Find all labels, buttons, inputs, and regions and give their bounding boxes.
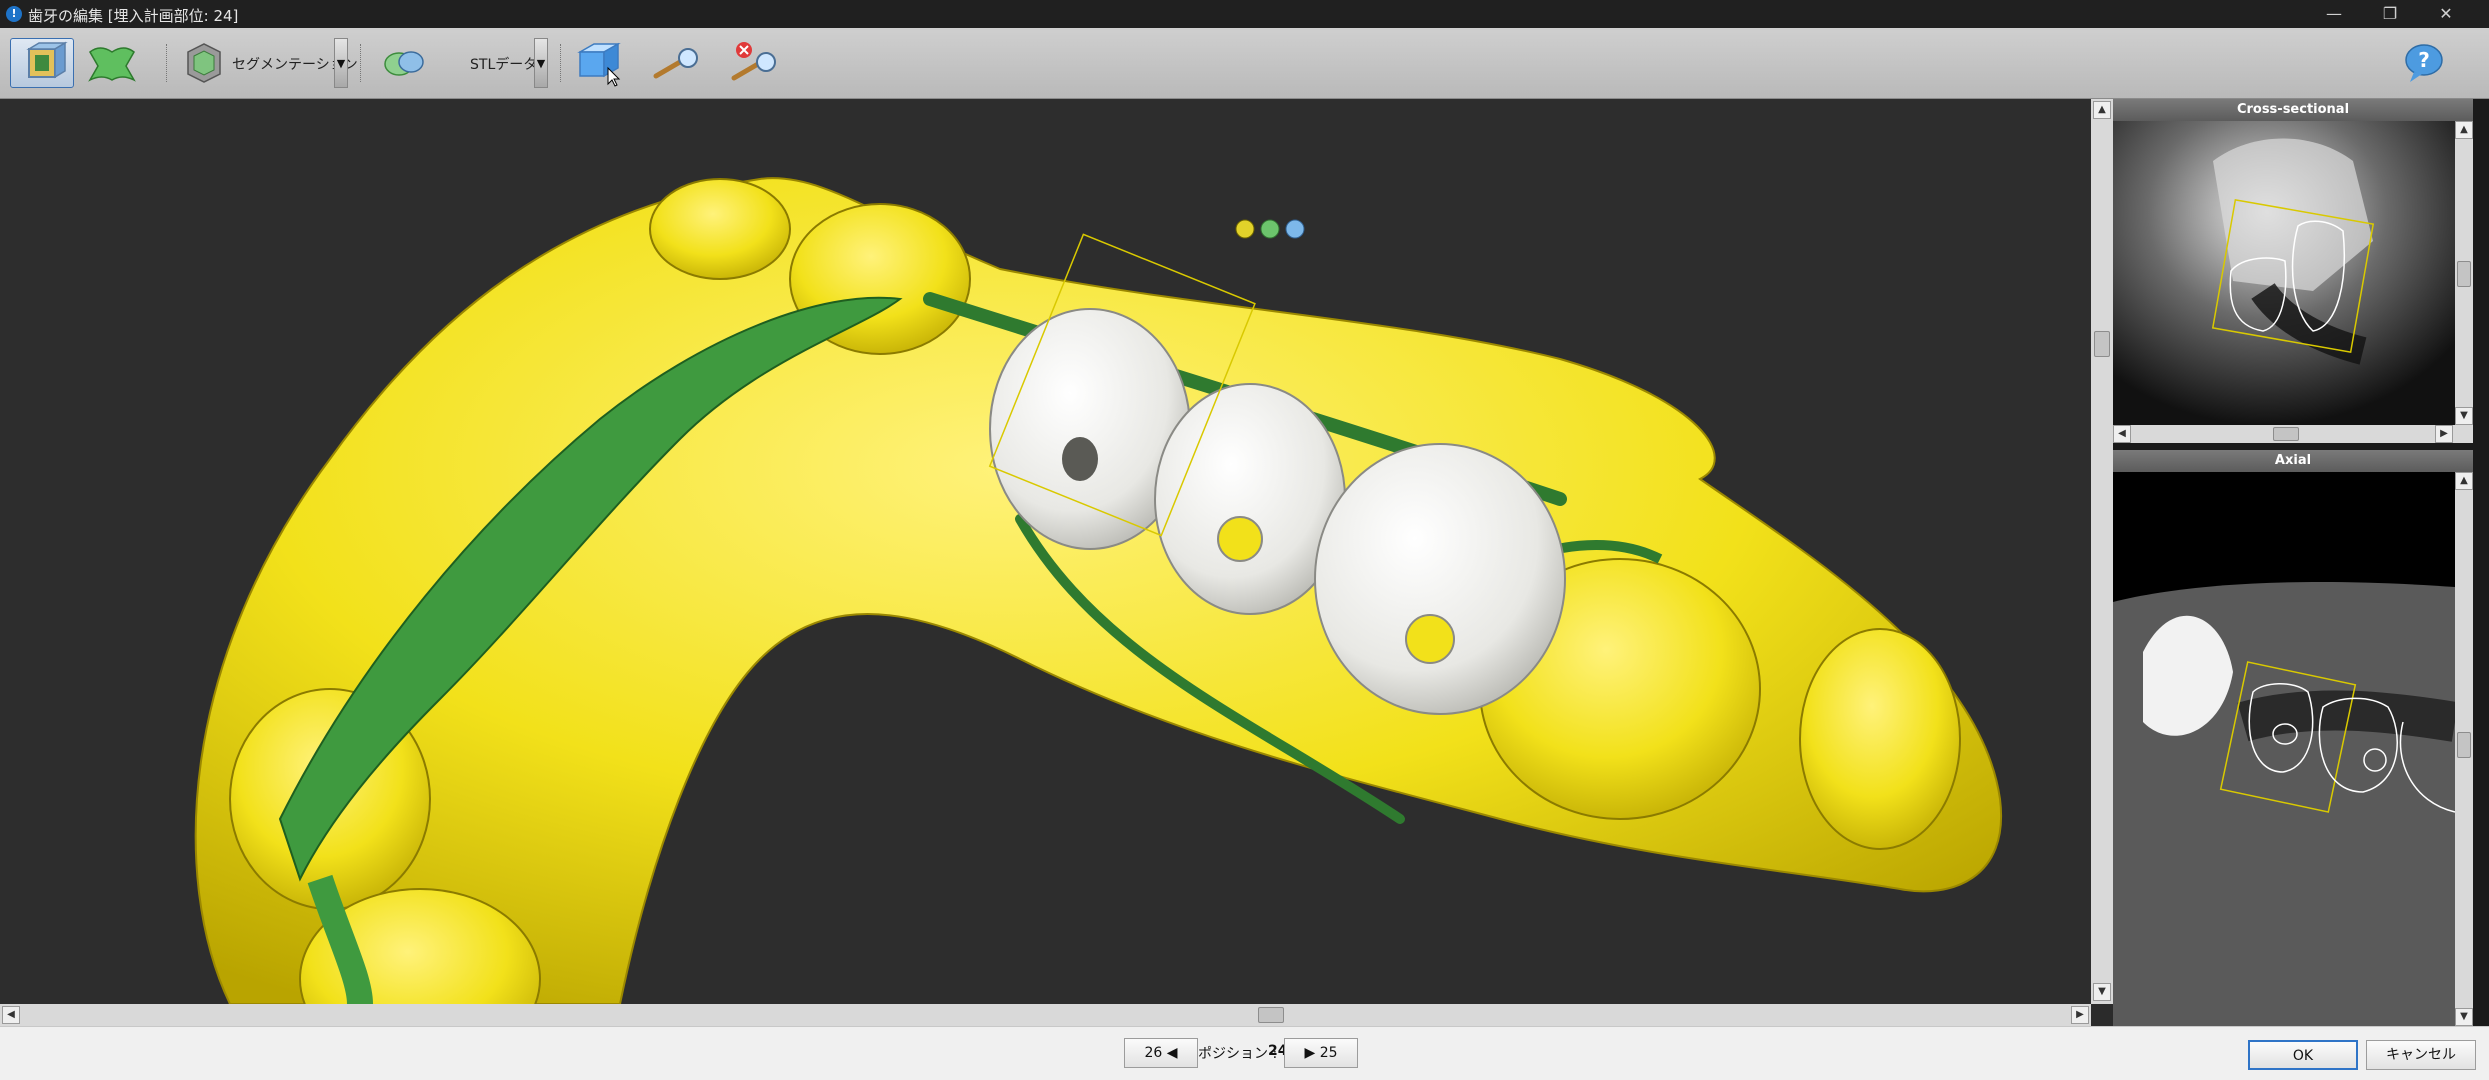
app-icon: !: [6, 6, 22, 22]
blue-cube-cursor-icon: [577, 42, 621, 87]
blob-view-button[interactable]: [375, 38, 435, 88]
remove-inspect-button[interactable]: [726, 38, 786, 88]
tooth-view-button[interactable]: [10, 38, 74, 88]
previous-position-button[interactable]: 26 ◀: [1124, 1038, 1198, 1068]
close-button[interactable]: ✕: [2418, 0, 2474, 28]
svg-text:?: ?: [2418, 48, 2430, 72]
scroll-thumb[interactable]: [2094, 331, 2110, 357]
segmentation-cube-icon: [187, 43, 221, 83]
3d-viewport[interactable]: [0, 99, 2091, 1004]
segmentation-button[interactable]: [180, 38, 228, 88]
scroll-left-arrow[interactable]: ◀: [2, 1006, 20, 1024]
cross-sectional-vertical-scrollbar[interactable]: ▲ ▼: [2455, 121, 2473, 425]
blob-icon: [384, 51, 424, 76]
scroll-thumb[interactable]: [1258, 1007, 1284, 1023]
axial-view[interactable]: [2113, 472, 2455, 1026]
viewport-horizontal-scrollbar[interactable]: ◀ ▶: [0, 1004, 2091, 1026]
move-gizmo-icon: [1235, 219, 1255, 239]
title-bar: ! 歯牙の編集 [埋入計画部位: 24] — ❐ ✕: [0, 0, 2489, 28]
segmentation-dropdown-arrow[interactable]: ▼: [334, 38, 348, 88]
window-title: 歯牙の編集 [埋入計画部位: 24]: [28, 7, 239, 25]
cross-sectional-header: Cross-sectional: [2113, 99, 2473, 121]
ok-button[interactable]: OK: [2248, 1040, 2358, 1070]
axial-header: Axial: [2113, 450, 2473, 472]
scroll-up-arrow[interactable]: ▲: [2093, 101, 2111, 119]
toolbar-separator: [166, 44, 169, 82]
dental-arch-render: [194, 177, 2003, 1004]
magnifier-remove-icon: [731, 42, 776, 81]
scroll-up-arrow[interactable]: ▲: [2455, 121, 2473, 139]
scroll-up-arrow[interactable]: ▲: [2455, 472, 2473, 490]
axial-vertical-scrollbar[interactable]: ▲ ▼: [2455, 472, 2473, 1026]
select-cube-button[interactable]: [574, 38, 630, 88]
next-position-button[interactable]: ▶ 25: [1284, 1038, 1358, 1068]
scroll-right-arrow[interactable]: ▶: [2435, 425, 2453, 443]
scroll-thumb[interactable]: [2457, 732, 2471, 758]
scroll-right-arrow[interactable]: ▶: [2071, 1006, 2089, 1024]
scroll-thumb[interactable]: [2457, 261, 2471, 287]
stl-data-label[interactable]: STLデータ: [470, 54, 537, 74]
stl-dropdown-arrow[interactable]: ▼: [534, 38, 548, 88]
viewport-vertical-scrollbar[interactable]: ▲ ▼: [2091, 99, 2113, 1004]
scroll-down-arrow[interactable]: ▼: [2093, 983, 2111, 1001]
scroll-down-arrow[interactable]: ▼: [2455, 407, 2473, 425]
restore-button[interactable]: ❐: [2362, 0, 2418, 28]
cube-tooth-icon: [26, 41, 68, 79]
cross-sectional-view[interactable]: [2113, 121, 2455, 425]
minimize-button[interactable]: —: [2306, 0, 2362, 28]
help-button[interactable]: ?: [2400, 38, 2448, 88]
cross-sectional-ct-image: [2113, 121, 2455, 425]
toolbar: セグメンテーション ▼ STLデータ ▼ ?: [0, 28, 2489, 99]
green-tooth-button[interactable]: [82, 38, 142, 88]
cancel-button[interactable]: キャンセル: [2366, 1040, 2476, 1070]
scroll-left-arrow[interactable]: ◀: [2113, 425, 2131, 443]
green-tooth-icon: [88, 47, 136, 82]
scroll-down-arrow[interactable]: ▼: [2455, 1008, 2473, 1026]
depth-gizmo-icon: [1260, 219, 1280, 239]
inspect-tool-button[interactable]: [650, 38, 706, 88]
crown-implant-26: [1314, 443, 1566, 715]
cross-sectional-horizontal-scrollbar[interactable]: ◀ ▶: [2113, 425, 2473, 443]
help-icon: ?: [2405, 44, 2443, 82]
rotate-gizmo-icon: [1285, 219, 1305, 239]
magnifier-tool-icon: [653, 48, 698, 79]
scroll-thumb[interactable]: [2273, 427, 2299, 441]
axial-ct-image: [2113, 472, 2455, 1026]
position-label: ポジション :: [1198, 1046, 1278, 1062]
toolbar-separator: [560, 44, 563, 82]
toolbar-separator: [360, 44, 363, 82]
